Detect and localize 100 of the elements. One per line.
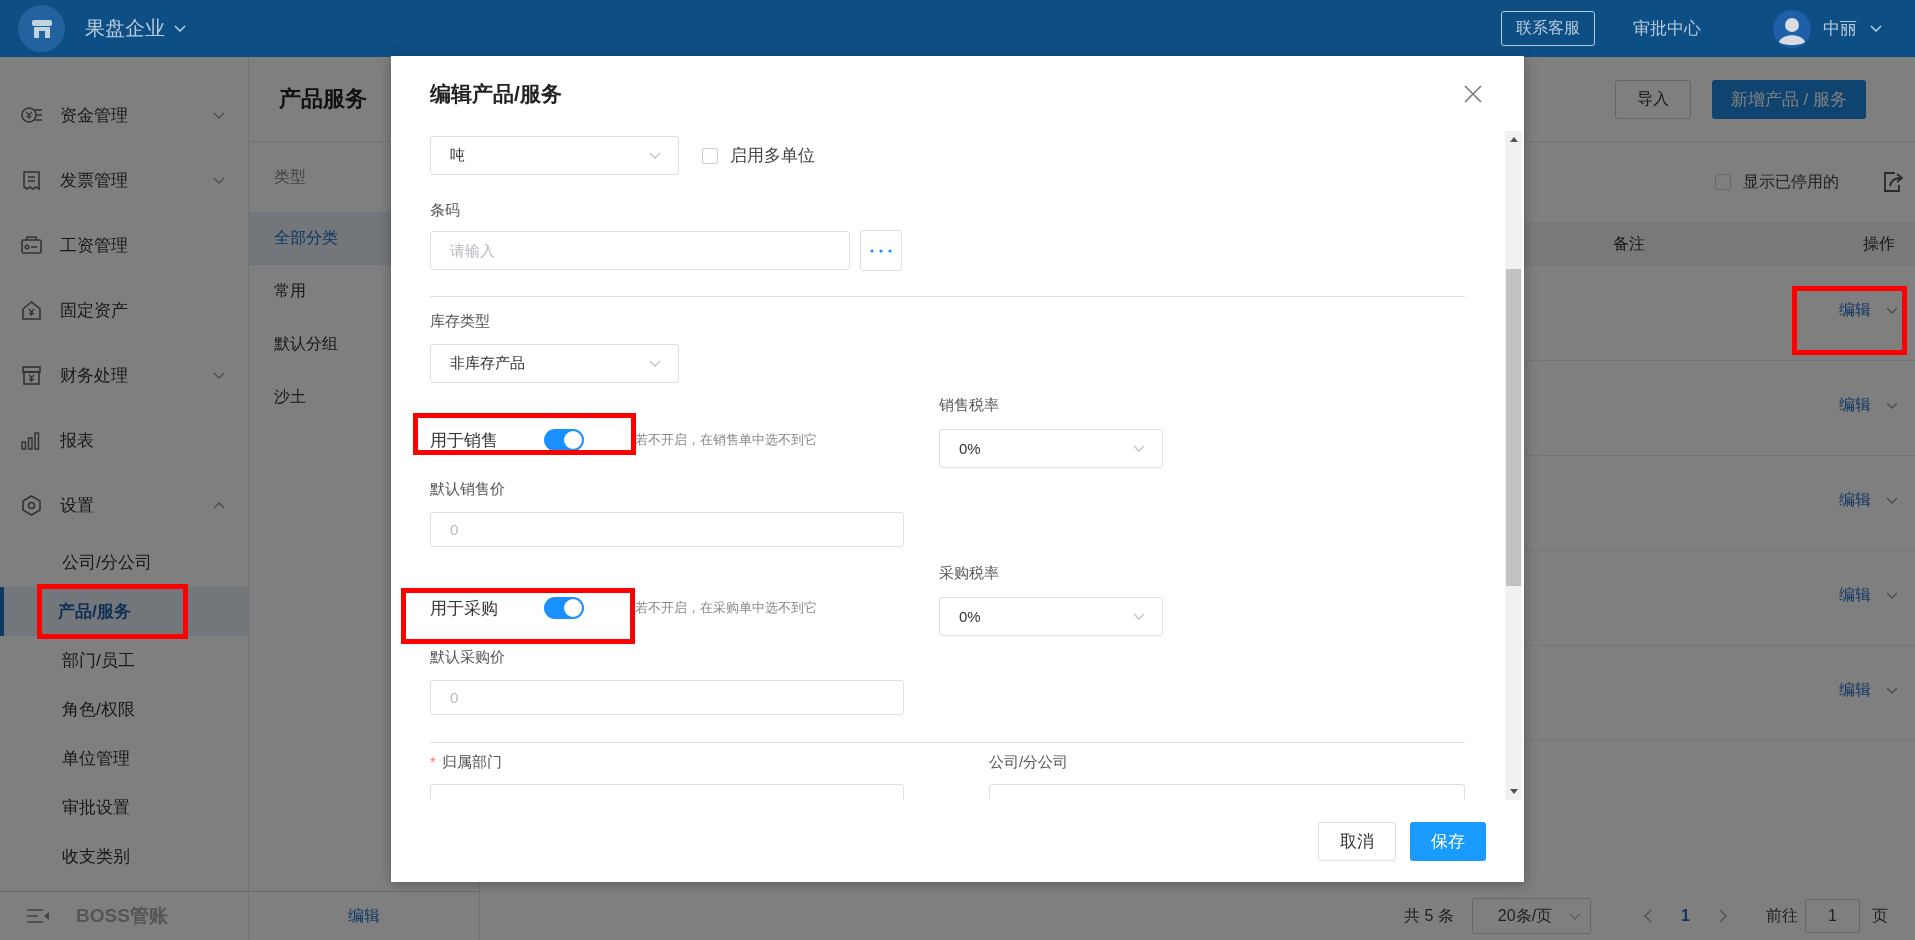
field-label: 默认销售价 (430, 479, 506, 499)
sidebar-item[interactable]: 财务处理 (0, 343, 248, 408)
chevron-down-icon (212, 175, 226, 186)
field-label: 库存类型 (430, 311, 491, 331)
select-field[interactable]: 0% (939, 597, 1163, 636)
edit-link[interactable]: 编辑 (348, 905, 380, 927)
checkbox[interactable] (1715, 174, 1731, 190)
edit-link[interactable]: 编辑 (1839, 300, 1871, 321)
category-heading: 类型 (274, 166, 306, 187)
chevron-up-icon (212, 500, 226, 511)
save-button[interactable]: 保存 (1410, 821, 1486, 861)
edit-link[interactable]: 编辑 (1839, 680, 1871, 701)
sidebar-item[interactable]: 工资管理 (0, 213, 248, 278)
more-dropdown[interactable] (1885, 590, 1899, 601)
box-icon (20, 364, 43, 387)
goto-label: 前往 (1766, 905, 1798, 926)
scrollbar-thumb[interactable] (1506, 269, 1521, 586)
field-label: 公司/分公司 (989, 752, 1070, 772)
checkbox-label: 显示已停用的 (1743, 171, 1839, 192)
more-dropdown[interactable] (1885, 495, 1899, 506)
sidebar-subitem[interactable]: 角色/权限 (0, 685, 248, 734)
page-suffix: 页 (1872, 905, 1888, 926)
column-header: 备注 (1613, 233, 1646, 254)
edit-link[interactable]: 编辑 (1839, 490, 1871, 511)
sidebar-subitem[interactable]: 收支类别 (0, 832, 248, 881)
toggle-switch[interactable] (544, 597, 584, 619)
wallet-icon (20, 234, 43, 257)
hint-text: 若不开启，在销售单中选不到它 (635, 431, 817, 449)
close-icon (1464, 84, 1482, 103)
sidebar-subitem[interactable]: 产品/服务 (0, 587, 248, 636)
chevron-down-icon (1885, 590, 1899, 601)
chevron-down-icon (1885, 400, 1899, 411)
chevron-down-icon (648, 150, 662, 161)
chevron-down-icon (1132, 611, 1146, 622)
sidebar-subitem[interactable]: 公司/分公司 (0, 538, 248, 587)
page-size-select[interactable]: 20条/页 (1471, 898, 1592, 934)
chevron-right-icon (1718, 909, 1728, 923)
total-count: 共 5 条 (1404, 905, 1454, 926)
toggle-switch[interactable] (544, 429, 584, 451)
toggle-label: 用于采购 (430, 597, 498, 620)
toggle-label: 用于销售 (430, 429, 498, 452)
chevron-down-icon (1869, 23, 1883, 34)
hint-text: 若不开启，在采购单中选不到它 (635, 599, 817, 617)
chevron-down-icon (1885, 495, 1899, 506)
checkbox-label: 启用多单位 (730, 145, 815, 167)
barcode-input[interactable]: 请输入 (430, 231, 850, 270)
next-page-button[interactable] (1718, 909, 1728, 923)
select-field[interactable]: 0% (939, 429, 1163, 468)
previous-page-button[interactable] (1643, 909, 1654, 923)
more-dropdown[interactable] (1885, 305, 1899, 316)
receipt-icon (20, 169, 43, 192)
chevron-down-icon (1132, 443, 1146, 454)
avatar-icon (1773, 9, 1811, 48)
chevron-down-icon (1885, 305, 1899, 316)
edit-link[interactable]: 编辑 (1839, 585, 1871, 606)
company-switcher[interactable]: 果盘企业 (85, 15, 187, 42)
settings-icon (20, 494, 43, 517)
approval-center-link[interactable]: 审批中心 (1633, 17, 1701, 40)
more-dropdown[interactable] (1885, 400, 1899, 411)
page-input[interactable]: 1 (1805, 899, 1860, 933)
import-button[interactable]: 导入 (1614, 79, 1691, 119)
select-field[interactable]: 非库存产品 (430, 344, 679, 383)
chevron-down-icon (648, 358, 662, 369)
sidebar-item[interactable]: 固定资产 (0, 278, 248, 343)
house-icon (20, 299, 43, 322)
collapse-icon (26, 908, 50, 924)
user-menu[interactable]: 中丽 (1773, 9, 1883, 48)
price-input[interactable]: 0 (430, 680, 904, 715)
contact-button[interactable]: 联系客服 (1501, 11, 1595, 46)
export-icon (1881, 170, 1905, 194)
chevron-down-icon (212, 110, 226, 121)
required-mark: * (430, 753, 436, 770)
select-field[interactable]: 吨 (430, 136, 679, 175)
chevron-left-icon (1643, 909, 1654, 923)
chevron-down-icon (1885, 685, 1899, 696)
edit-link[interactable]: 编辑 (1839, 395, 1871, 416)
close-button[interactable] (1462, 82, 1484, 105)
price-input[interactable]: 0 (430, 512, 904, 547)
sidebar-subitem[interactable]: 单位管理 (0, 734, 248, 783)
checkbox[interactable] (702, 147, 718, 164)
field-label: 默认采购价 (430, 647, 506, 667)
store-icon (30, 18, 53, 39)
sidebar-subitem[interactable]: 审批设置 (0, 783, 248, 832)
add-button[interactable]: 新增产品 / 服务 (1711, 79, 1866, 119)
field-label: * 归属部门 (430, 752, 503, 772)
field-label: 销售税率 (939, 395, 1000, 415)
sidebar-item[interactable]: 发票管理 (0, 148, 248, 213)
more-button[interactable] (860, 230, 902, 271)
scroll-up-icon (1509, 137, 1518, 142)
more-dropdown[interactable] (1885, 685, 1899, 696)
cancel-button[interactable]: 取消 (1318, 821, 1396, 861)
page-number[interactable]: 1 (1681, 907, 1690, 925)
chevron-down-icon (173, 23, 187, 34)
sidebar-item[interactable]: 报表 (0, 408, 248, 473)
scrollbar[interactable] (1505, 131, 1522, 800)
sidebar-item[interactable]: 资金管理 (0, 83, 248, 148)
field-label: 采购税率 (939, 563, 1000, 583)
sidebar-item[interactable]: 设置 (0, 473, 248, 538)
more-icon (870, 248, 892, 253)
sidebar-subitem[interactable]: 部门/员工 (0, 636, 248, 685)
